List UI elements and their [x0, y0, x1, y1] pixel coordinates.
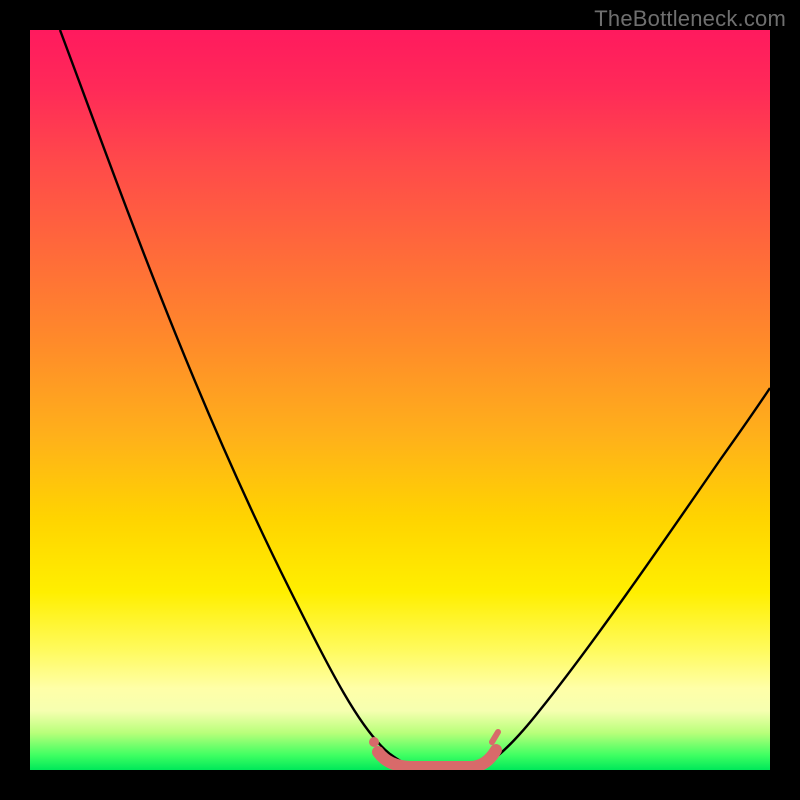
valley-accent-dot — [369, 737, 379, 747]
left-branch-curve — [60, 30, 418, 768]
curve-layer — [30, 30, 770, 770]
valley-accent-stroke — [378, 750, 496, 767]
right-branch-curve — [478, 388, 770, 768]
watermark-text: TheBottleneck.com — [594, 6, 786, 32]
plot-area — [30, 30, 770, 770]
valley-accent-tick — [492, 732, 498, 742]
chart-frame: TheBottleneck.com — [0, 0, 800, 800]
